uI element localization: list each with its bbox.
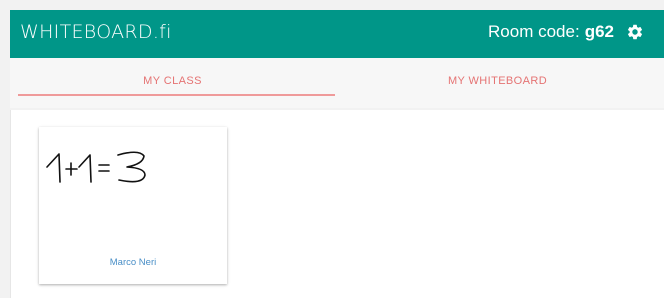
tab-my-whiteboard-label: MY WHITEBOARD (447, 75, 548, 87)
room-info: Room code: g62 (488, 22, 644, 42)
student-name: Marco Neri (109, 257, 157, 268)
class-boards-area: Marco Neri (10, 110, 664, 298)
gear-icon[interactable] (626, 23, 644, 41)
room-code-label: Room code: (488, 22, 580, 41)
active-tab-indicator (18, 94, 335, 96)
whiteboard-drawing (46, 151, 146, 183)
student-whiteboard-card[interactable]: Marco Neri (39, 127, 227, 284)
app-logo: WHITEBOARD.fi (20, 21, 172, 43)
tab-bar: MY CLASS MY WHITEBOARD (10, 58, 664, 108)
tab-my-whiteboard[interactable]: MY WHITEBOARD (335, 58, 660, 108)
room-code-value: g62 (584, 22, 614, 41)
tab-my-class-label: MY CLASS (143, 75, 202, 87)
top-app-bar: WHITEBOARD.fi Room code: g62 (10, 10, 664, 58)
tab-my-class[interactable]: MY CLASS (10, 58, 335, 108)
